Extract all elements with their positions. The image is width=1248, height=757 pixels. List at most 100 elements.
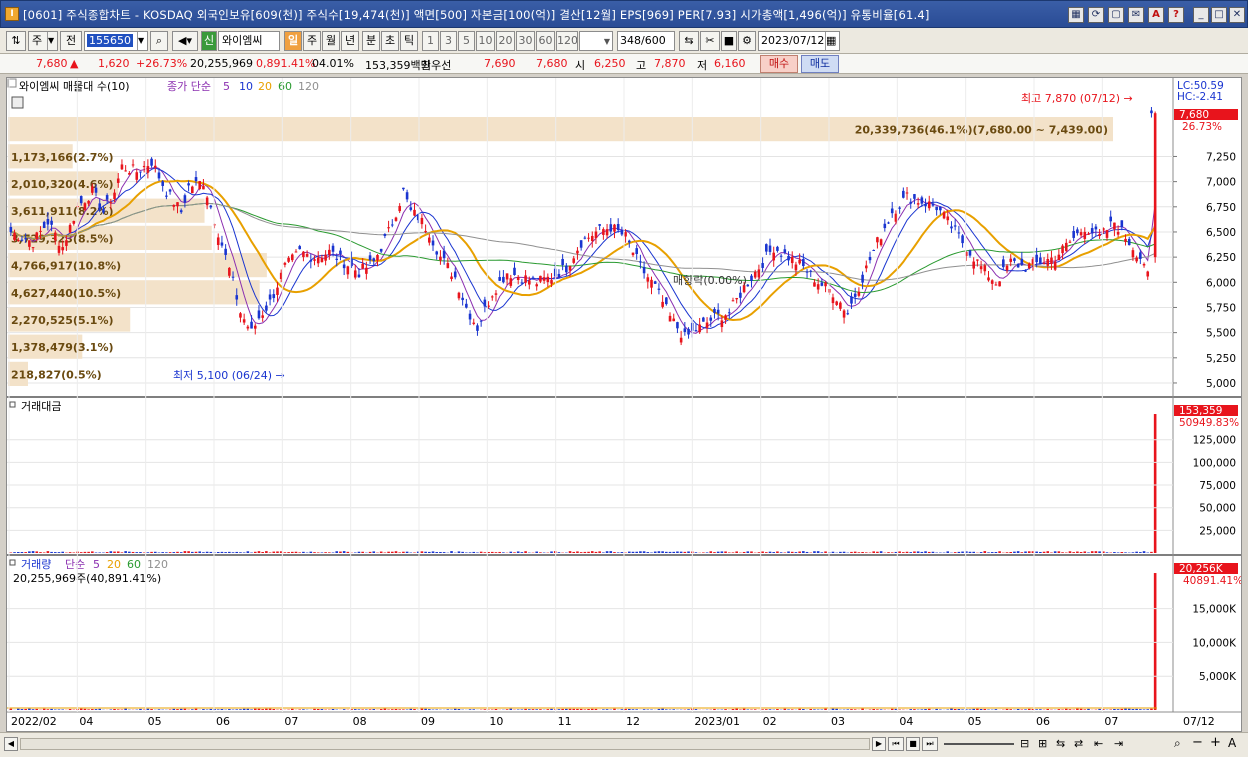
panel-toggle-icon[interactable] <box>9 559 16 566</box>
candle-body <box>72 220 76 224</box>
interval-3[interactable]: 3 <box>440 31 457 51</box>
type-select[interactable]: 주 ▼ <box>28 31 58 51</box>
candle-body <box>328 249 331 255</box>
tab-tick[interactable]: 틱 <box>400 31 418 51</box>
chart-area[interactable]: 20,339,736(46.1%)(7,680.00 ~ 7,439.00) 1,… <box>6 77 1242 732</box>
settings-icon[interactable]: ⚙ <box>738 31 756 51</box>
play-icon[interactable]: ▶ <box>872 737 886 751</box>
volume-bar <box>146 708 150 710</box>
amount-bar <box>635 551 638 553</box>
swap-icon[interactable]: ⇄ <box>1074 737 1083 750</box>
tab-year[interactable]: 년 <box>341 31 359 51</box>
grid-table-icon[interactable] <box>11 96 24 109</box>
candle-body <box>1009 258 1013 262</box>
interval-1[interactable]: 1 <box>422 31 439 51</box>
interval-30[interactable]: 30 <box>516 31 535 51</box>
first-icon[interactable]: ⏮ <box>888 737 904 751</box>
amount-bar <box>72 552 76 553</box>
tab-minute[interactable]: 분 <box>362 31 380 51</box>
search-icon[interactable]: ⌕ <box>150 31 168 51</box>
open-label: 시 <box>575 59 586 72</box>
stop-icon[interactable]: ■ <box>906 737 920 751</box>
close-button[interactable]: ✕ <box>1229 7 1245 23</box>
pin-icon[interactable]: ⇅ <box>6 31 26 51</box>
sound-icon[interactable]: ◀▾ <box>172 31 198 51</box>
tab-week[interactable]: 주 <box>303 31 321 51</box>
candle-body <box>987 277 990 281</box>
scissors-icon[interactable]: ✂ <box>700 31 720 51</box>
volume-bar <box>953 709 957 710</box>
chart-canvas[interactable]: 20,339,736(46.1%)(7,680.00 ~ 7,439.00) 1,… <box>7 78 1241 731</box>
count-field[interactable]: 348/600 <box>617 31 675 51</box>
code-input[interactable]: 155650 ▼ <box>84 31 148 51</box>
amount-bar <box>779 552 783 553</box>
zoom-search-icon[interactable]: ⌕ <box>1174 736 1181 751</box>
volume-bar <box>879 709 883 710</box>
zoom-in-icon[interactable]: + <box>1210 735 1221 750</box>
zoom-out-icon[interactable]: − <box>1192 735 1203 750</box>
amount-bar <box>572 551 576 553</box>
stock-name-field[interactable]: 와이엠씨 <box>218 31 280 51</box>
horizontal-scrollbar[interactable] <box>20 738 870 750</box>
volume-bar <box>731 709 735 710</box>
zoom-slider[interactable] <box>944 743 1014 745</box>
price-y-axis: 7,250 7,000 6,750 6,500 6,250 6,000 5,750 5,500… <box>1173 151 1236 390</box>
minimize-button[interactable]: _ <box>1193 7 1209 23</box>
ma-120-label: 120 <box>298 80 319 93</box>
candle-body <box>835 301 838 305</box>
mail-icon[interactable]: ✉ <box>1128 7 1144 23</box>
date-field[interactable]: 2023/07/12 ▦ <box>758 31 840 51</box>
buy-button[interactable]: 매수 <box>760 55 798 73</box>
window-icon[interactable]: ▢ <box>1108 7 1124 23</box>
amount-bar <box>24 552 27 553</box>
amount-bar <box>176 551 179 553</box>
font-icon[interactable]: A <box>1148 7 1164 23</box>
candle-body <box>105 195 109 200</box>
x-axis-right-label: 07/12 <box>1183 715 1215 728</box>
font-size-icon[interactable]: A <box>1228 736 1236 750</box>
view-tool-icon[interactable]: ⊞ <box>1038 737 1047 750</box>
candle-body <box>516 277 520 280</box>
amount-bar <box>865 552 868 553</box>
tab-second[interactable]: 초 <box>381 31 399 51</box>
interval-20[interactable]: 20 <box>496 31 515 51</box>
volume-bar <box>790 709 794 710</box>
amount-bar <box>639 551 642 553</box>
layout-icon[interactable]: ▦ <box>1068 7 1084 23</box>
candle-body <box>890 208 894 214</box>
panel-toggle-icon[interactable] <box>9 401 16 408</box>
shift-right-icon[interactable]: ⇥ <box>1114 737 1123 750</box>
amount-bar <box>568 551 572 553</box>
candle-body <box>357 274 361 278</box>
interval-10[interactable]: 10 <box>476 31 495 51</box>
prev-button[interactable]: 전 <box>60 31 82 51</box>
split-icon[interactable]: ⇆ <box>1056 737 1065 750</box>
open-value: 6,250 <box>594 57 626 70</box>
chart-tool-icon[interactable]: ⇆ <box>679 31 699 51</box>
scroll-left-icon[interactable]: ◀ <box>4 737 18 751</box>
custom-interval-select[interactable]: ▼ <box>579 31 613 51</box>
candle-body <box>494 293 498 295</box>
x-tick-label: 04 <box>899 715 913 728</box>
help-icon[interactable]: ? <box>1168 7 1184 23</box>
interval-120[interactable]: 120 <box>556 31 578 51</box>
volume-bar <box>968 709 972 710</box>
volume-bar <box>579 708 583 710</box>
shift-left-icon[interactable]: ⇤ <box>1094 737 1103 750</box>
save-icon[interactable]: ■ <box>721 31 737 51</box>
sell-button[interactable]: 매도 <box>801 55 839 73</box>
amount-bar <box>328 552 331 553</box>
amount-bar <box>890 552 894 553</box>
maximize-button[interactable]: □ <box>1211 7 1227 23</box>
last-icon[interactable]: ⏭ <box>922 737 938 751</box>
volume-bar <box>116 709 120 710</box>
interval-5[interactable]: 5 <box>458 31 475 51</box>
tab-day[interactable]: 일 <box>284 31 302 51</box>
tab-month[interactable]: 월 <box>322 31 340 51</box>
volume-bar <box>61 709 64 710</box>
refresh-icon[interactable]: ⟳ <box>1088 7 1104 23</box>
candle-body <box>735 297 738 300</box>
view-tool-icon[interactable]: ⊟ <box>1020 737 1029 750</box>
candle-body <box>946 216 950 221</box>
interval-60[interactable]: 60 <box>536 31 555 51</box>
